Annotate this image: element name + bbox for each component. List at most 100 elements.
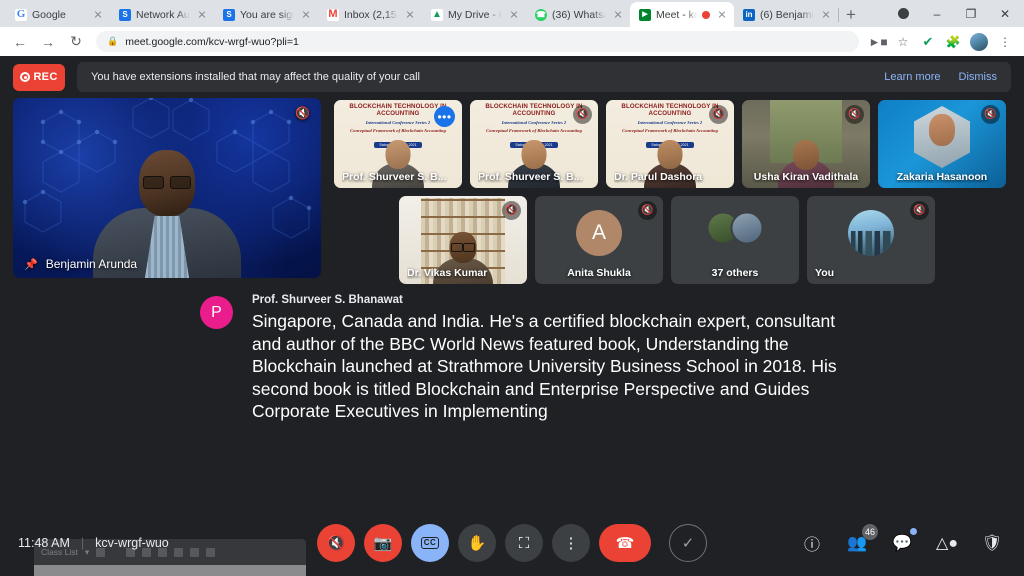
microphone-muted-icon: 🔇	[709, 105, 728, 124]
captions-button[interactable]: CC	[411, 524, 449, 562]
browser-tab-active[interactable]: ▶ Meet - kc	[630, 2, 734, 27]
bookmark-star-icon[interactable]: ☆	[891, 30, 915, 54]
profile-avatar[interactable]	[970, 32, 988, 51]
tile-more-options-button[interactable]: •••	[434, 106, 455, 127]
meeting-time: 11:48 AM	[18, 536, 70, 550]
extensions-puzzle-icon[interactable]: 🧩	[941, 30, 965, 54]
chat-button[interactable]: 💬	[888, 528, 917, 557]
participant-tile[interactable]: 🔇 Usha Kiran Vadithala	[742, 100, 870, 188]
s-icon: S	[119, 8, 131, 21]
more-options-button[interactable]: ⋮	[552, 524, 590, 562]
tab-title: Network Auth	[136, 8, 190, 21]
participants-button[interactable]: 👥 46	[843, 524, 878, 557]
check-icon[interactable]: ✔	[916, 30, 940, 54]
close-icon[interactable]	[195, 8, 209, 22]
browser-tab[interactable]: S Network Auth	[110, 2, 215, 27]
browser-tab[interactable]: in (6) Benjamin	[734, 2, 839, 27]
browser-tab[interactable]: ☎ (36) WhatsAp	[526, 2, 631, 27]
caption-speaker-avatar: P	[200, 296, 233, 329]
tab-strip: G Google S Network Auth S You are signe …	[0, 0, 1024, 27]
meeting-details-button[interactable]: ⓘ	[798, 529, 826, 557]
microphone-off-button[interactable]: 🔇	[317, 524, 355, 562]
meet-icon: ▶	[639, 8, 651, 21]
drive-icon: ▲	[431, 8, 443, 21]
close-icon[interactable]	[611, 8, 625, 22]
confirm-button[interactable]: ✓	[669, 524, 707, 562]
new-tab-button[interactable]: +	[838, 2, 864, 27]
others-count-label: 37 others	[711, 267, 759, 279]
address-bar[interactable]: 🔒 meet.google.com/kcv-wrgf-wuo?pli=1	[96, 31, 859, 52]
camera-off-button[interactable]: 📷	[364, 524, 402, 562]
close-window-button[interactable]: ✕	[988, 0, 1022, 27]
tab-title: (6) Benjamin	[760, 8, 814, 21]
notification-banner-row: REC You have extensions installed that m…	[0, 56, 1024, 98]
self-view-tile[interactable]: 🔇 You	[807, 196, 935, 284]
center-controls: 🔇 📷 CC ✋ ⛶ ⋮ ☎ ✓	[317, 524, 707, 562]
browser-tab[interactable]: G Google	[6, 2, 111, 27]
participant-name: Usha Kiran Vadithala	[753, 171, 859, 183]
main-tile-name-row: 📌 Benjamin Arunda	[13, 250, 148, 278]
self-label: You	[815, 267, 835, 279]
forward-button[interactable]: →	[35, 29, 61, 55]
raise-hand-button[interactable]: ✋	[458, 524, 496, 562]
participant-tile[interactable]: 🔇 Zakaria Hasanoon	[878, 100, 1006, 188]
back-button[interactable]: ←	[7, 29, 33, 55]
participant-tile[interactable]: BLOCKCHAIN TECHNOLOGY IN ACCOUNTING Inte…	[606, 100, 734, 188]
participant-name: Prof. Shurveer S. B...	[342, 171, 447, 183]
right-controls: ⓘ 👥 46 💬 △● 🛡	[798, 524, 1006, 557]
banner-message: You have extensions installed that may a…	[91, 71, 420, 83]
learn-more-link[interactable]: Learn more	[884, 71, 940, 83]
browser-tab[interactable]: S You are signe	[214, 2, 319, 27]
end-call-button[interactable]: ☎	[599, 524, 651, 562]
reload-button[interactable]: ↻	[63, 29, 89, 55]
present-screen-button[interactable]: ⛶	[505, 524, 543, 562]
activities-button[interactable]: △●	[933, 529, 961, 557]
close-icon[interactable]	[299, 8, 313, 22]
participant-name: Zakaria Hasanoon	[896, 171, 988, 183]
browser-tab[interactable]: ▲ My Drive - Go	[422, 2, 527, 27]
gmail-icon: M	[327, 8, 339, 21]
whatsapp-icon: ☎	[535, 8, 547, 21]
avatar: A	[576, 209, 622, 256]
close-icon[interactable]	[403, 8, 417, 22]
lock-icon: 🔒	[107, 36, 119, 46]
tab-title: Inbox (2,151)	[344, 8, 398, 21]
slide-line3: Conceptual Framework of Blockchain Accou…	[350, 128, 446, 133]
close-icon[interactable]	[715, 8, 729, 22]
extensions-warning-banner: You have extensions installed that may a…	[77, 62, 1011, 92]
participant-tile[interactable]: A 🔇 Anita Shukla	[535, 196, 663, 284]
dismiss-button[interactable]: Dismiss	[959, 71, 998, 83]
video-stage: 🔇 📌 Benjamin Arunda BLOCKCHAIN TECHNOLOG…	[0, 98, 1024, 510]
close-icon[interactable]	[819, 8, 833, 22]
close-icon[interactable]	[507, 8, 521, 22]
more-menu-icon[interactable]: ⋮	[993, 30, 1017, 54]
browser-tab[interactable]: M Inbox (2,151)	[318, 2, 423, 27]
participant-name: Dr. Vikas Kumar	[407, 267, 488, 279]
toolbar-icons: ►■ ☆ ✔ 🧩 ⋮	[866, 30, 1017, 54]
browser-toolbar: ← → ↻ 🔒 meet.google.com/kcv-wrgf-wuo?pli…	[0, 27, 1024, 56]
chrome-update-icon[interactable]	[886, 0, 920, 27]
city-skyline-avatar-image	[848, 230, 894, 256]
microphone-muted-icon: 🔇	[638, 201, 657, 220]
avatar	[848, 209, 894, 256]
window-controls: – ❐ ✕	[886, 0, 1024, 27]
host-controls-button[interactable]: 🛡	[978, 529, 1006, 557]
participant-name: Anita Shukla	[567, 267, 631, 279]
recording-badge: REC	[13, 63, 65, 91]
participant-name: Dr. Parul Dashora	[614, 171, 703, 183]
close-icon[interactable]	[91, 8, 105, 22]
main-video-tile[interactable]: 🔇 📌 Benjamin Arunda	[13, 98, 321, 278]
microphone-muted-icon: 🔇	[910, 201, 929, 220]
participant-tile[interactable]: BLOCKCHAIN TECHNOLOGY IN ACCOUNTING Inte…	[470, 100, 598, 188]
others-tile[interactable]: 37 others	[671, 196, 799, 284]
url-text: meet.google.com/kcv-wrgf-wuo?pli=1	[125, 35, 299, 48]
participant-name: Benjamin Arunda	[45, 257, 138, 271]
camera-icon[interactable]: ►■	[866, 30, 890, 54]
participant-tile[interactable]: BLOCKCHAIN TECHNOLOGY IN ACCOUNTING Inte…	[334, 100, 462, 188]
microphone-muted-icon: 🔇	[573, 105, 592, 124]
avatar	[730, 211, 764, 245]
minimize-button[interactable]: –	[920, 0, 954, 27]
participant-tile[interactable]: 🔇 Dr. Vikas Kumar	[399, 196, 527, 284]
maximize-button[interactable]: ❐	[954, 0, 988, 27]
google-icon: G	[15, 8, 27, 21]
